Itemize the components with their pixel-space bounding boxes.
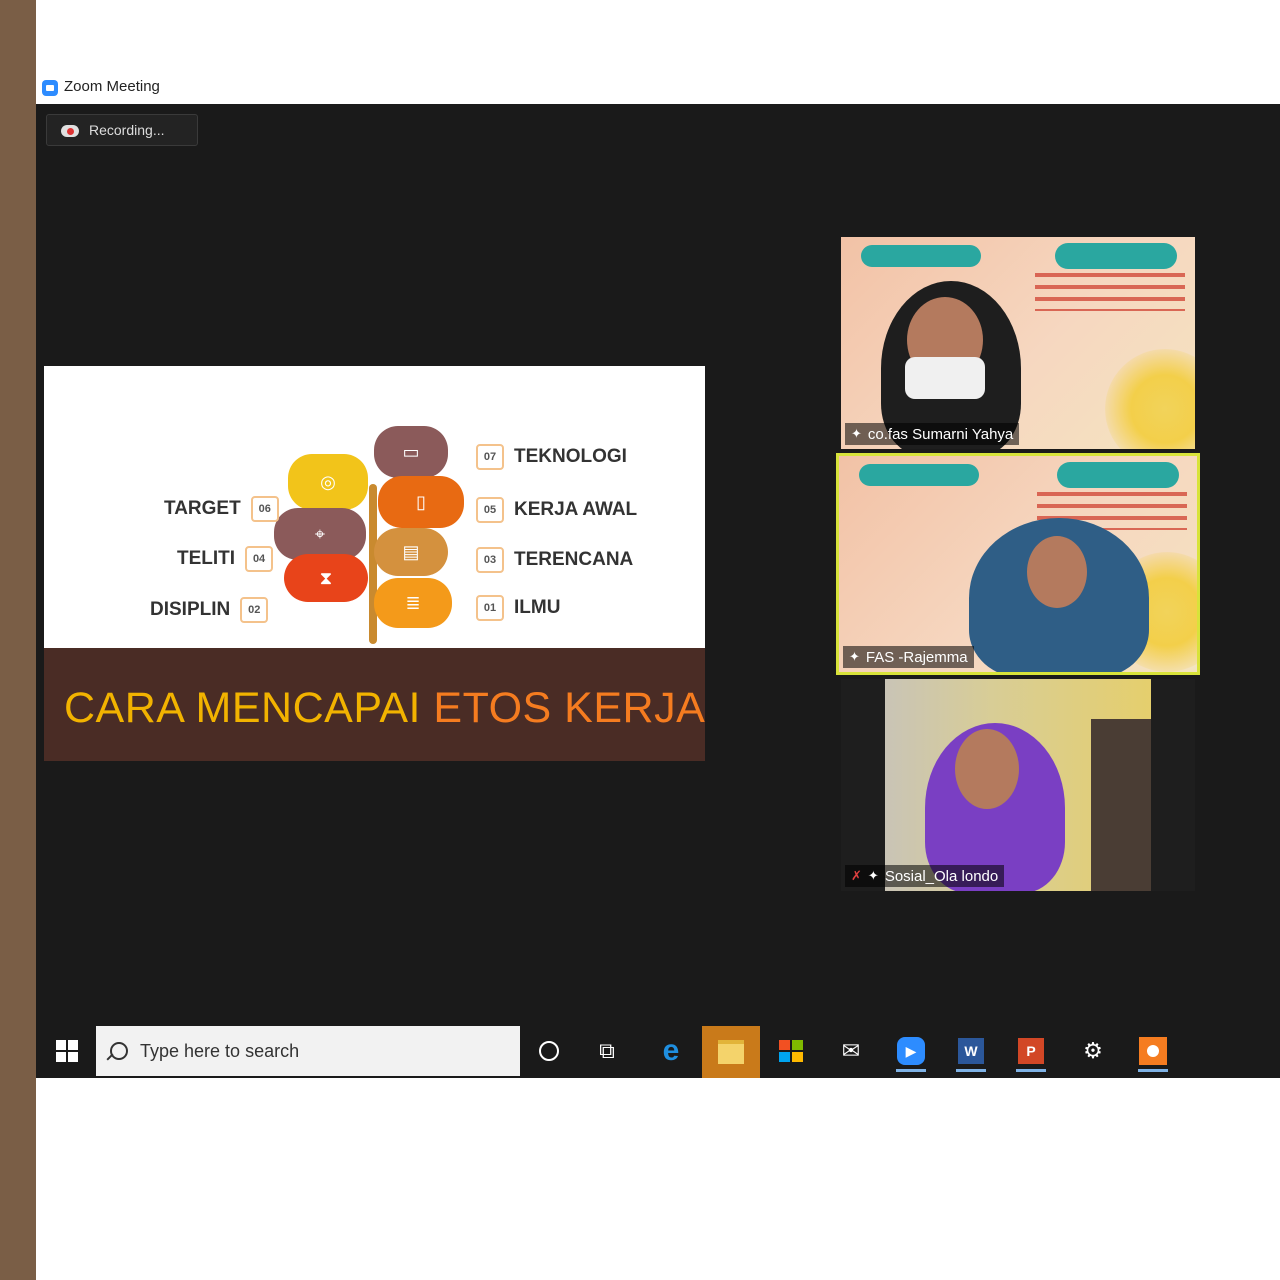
search-icon: [110, 1042, 128, 1060]
store-icon[interactable]: [772, 1032, 810, 1070]
settings-icon[interactable]: ⚙: [1074, 1032, 1112, 1070]
step-label: TELITI: [177, 548, 236, 569]
powerpoint-icon[interactable]: P: [1012, 1032, 1050, 1072]
telescope-icon: ⌖: [274, 508, 366, 560]
cortana-icon[interactable]: [530, 1032, 568, 1070]
step-number: 03: [476, 547, 504, 573]
tree-stem: [369, 484, 377, 644]
event-banner: [1055, 243, 1177, 269]
flower-decoration: [1105, 349, 1195, 449]
zoom-logo-icon: [42, 80, 58, 96]
step-label: TERENCANA: [514, 549, 634, 570]
step-label: DISIPLIN: [150, 599, 231, 620]
participant-video[interactable]: ✦ FAS -Rajemma: [836, 453, 1200, 675]
books-icon: ≣: [374, 578, 452, 628]
participant-name-tag: ✦ co.fas Sumarni Yahya: [845, 423, 1020, 445]
mail-icon[interactable]: ✉: [832, 1032, 870, 1070]
step-disiplin: DISIPLIN 02: [150, 597, 269, 623]
step-label: KERJA AWAL: [514, 499, 638, 520]
step-number: 02: [240, 597, 269, 623]
cloud-recording-icon: [61, 123, 79, 137]
face-mask: [905, 357, 985, 399]
step-number: 01: [476, 595, 504, 621]
participant-name: co.fas Sumarni Yahya: [867, 425, 1014, 443]
app-icon[interactable]: [1134, 1032, 1172, 1072]
participant-name-tag: ✦ FAS -Rajemma: [843, 646, 974, 668]
brand-logo: [859, 464, 979, 486]
step-label: ILMU: [514, 597, 561, 618]
participant-face: [955, 729, 1019, 809]
step-number: 06: [250, 496, 279, 522]
printer-icon: ▤: [374, 528, 448, 576]
slide-title: CARA MENCAPAI ETOS KERJA: [64, 684, 705, 733]
tree-infographic: ◎ ▭ ⌖ ▯ ⧗ ▤ ≣: [274, 424, 484, 649]
edge-icon[interactable]: e: [652, 1032, 690, 1070]
step-number: 05: [476, 497, 504, 523]
participant-name-tag: ✗ ✦ Sosial_Ola londo: [845, 865, 1005, 887]
pin-icon: ✦: [867, 868, 879, 883]
brand-logo: [861, 245, 981, 267]
mic-muted-icon: ✗: [851, 868, 862, 883]
slide-title-part1: CARA MENCAPAI: [64, 684, 434, 732]
background-strip: [0, 0, 36, 1280]
task-view-icon[interactable]: ⧉: [588, 1032, 626, 1070]
participant-face: [1027, 536, 1087, 608]
file-explorer-icon[interactable]: [702, 1026, 760, 1078]
participant-video[interactable]: ✗ ✦ Sosial_Ola londo: [841, 679, 1195, 891]
participant-video[interactable]: ✦ co.fas Sumarni Yahya: [841, 237, 1195, 449]
participant-camera-feed: [885, 679, 1151, 891]
step-target: TARGET 06: [164, 496, 279, 522]
hourglass-icon: ⧗: [284, 554, 368, 602]
start-icon[interactable]: [56, 1040, 78, 1062]
mouse-icon: ▯: [378, 476, 464, 528]
step-terencana: 03 TERENCANA: [476, 547, 633, 573]
window-title: Zoom Meeting: [64, 78, 160, 95]
curtain: [1091, 719, 1151, 891]
step-teknologi: 07 TEKNOLOGI: [476, 444, 627, 470]
search-placeholder: Type here to search: [140, 1040, 300, 1061]
slide-title-part2: ETOS KERJA: [433, 684, 705, 732]
step-label: TARGET: [164, 498, 241, 519]
recording-indicator[interactable]: Recording...: [46, 114, 198, 146]
step-kerja-awal: 05 KERJA AWAL: [476, 497, 637, 523]
participant-name: Sosial_Ola londo: [884, 867, 999, 885]
window-titlebar: Zoom Meeting: [36, 0, 1280, 104]
pin-icon: ✦: [849, 649, 860, 664]
event-tagline: [1035, 273, 1185, 311]
meeting-area: Recording... ◎ ▭ ⌖ ▯ ⧗ ▤ ≣ TARGET 06 TEL…: [36, 104, 1280, 1024]
laptop-icon: ▭: [374, 426, 448, 478]
step-ilmu: 01 ILMU: [476, 595, 560, 621]
step-number: 04: [245, 546, 274, 572]
step-teliti: TELITI 04: [177, 546, 274, 572]
windows-taskbar: Type here to search ⧉ e ✉ ▶ W P ⚙: [36, 1024, 1280, 1078]
event-banner: [1057, 462, 1179, 488]
step-number: 07: [476, 444, 504, 470]
step-label: TEKNOLOGI: [514, 446, 627, 467]
word-icon[interactable]: W: [952, 1032, 990, 1072]
shared-slide: ◎ ▭ ⌖ ▯ ⧗ ▤ ≣ TARGET 06 TELITI 04 DISIPL…: [44, 366, 705, 761]
participant-name: FAS -Rajemma: [865, 648, 968, 666]
pin-icon: ✦: [851, 426, 862, 441]
recording-label: Recording...: [89, 122, 165, 138]
target-icon: ◎: [288, 454, 368, 510]
zoom-icon[interactable]: ▶: [892, 1032, 930, 1072]
taskbar-search[interactable]: Type here to search: [96, 1026, 520, 1076]
